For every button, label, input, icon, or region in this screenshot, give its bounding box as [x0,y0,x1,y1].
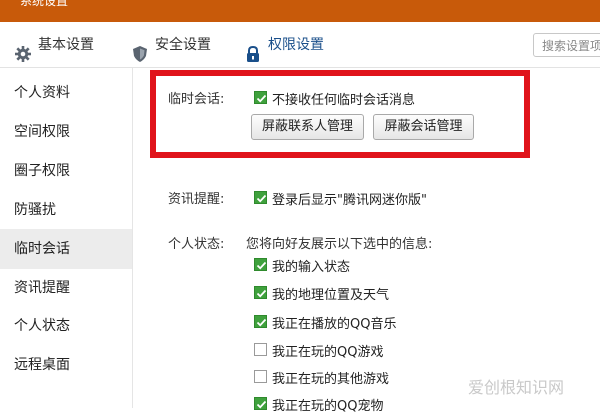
tab-security-settings[interactable]: 安全设置 [131,22,241,68]
status-location-option: 我的地理位置及天气 [272,288,390,303]
sidebar-item-circle-permission[interactable]: 圈子权限 [0,151,132,191]
status-qqpet-checkbox[interactable] [254,397,267,410]
sidebar-item-news-reminder[interactable]: 资讯提醒 [0,268,132,308]
checkmark-icon [256,194,267,203]
window-title: 系统设置 [20,0,69,8]
tab-label: 安全设置 [155,37,211,53]
checkmark-icon [256,318,267,327]
status-typing-checkbox[interactable] [254,258,267,271]
settings-sidebar: 个人资料 空间权限 圈子权限 防骚扰 临时会话 资讯提醒 个人状态 远程桌面 [0,68,133,408]
personal-status-label: 个人状态: [168,237,225,252]
sidebar-item-anti-harassment[interactable]: 防骚扰 [0,190,132,230]
sidebar-item-temp-chat[interactable]: 临时会话 [0,229,132,269]
checkmark-icon [256,400,267,409]
status-qqgame-checkbox[interactable] [254,343,267,356]
status-qqgame-option: 我正在玩的QQ游戏 [272,345,384,360]
status-qqpet-option: 我正在玩的QQ宠物 [272,399,384,414]
shield-icon [131,36,149,62]
checkmark-icon [256,261,267,270]
status-location-checkbox[interactable] [254,286,267,299]
status-othergame-checkbox[interactable] [254,370,267,383]
gear-icon [14,36,32,62]
personal-status-intro: 您将向好友展示以下选中的信息: [246,237,433,252]
sidebar-item-space-permission[interactable]: 空间权限 [0,112,132,152]
news-reminder-label: 资讯提醒: [168,192,225,207]
tab-basic-settings[interactable]: 基本设置 [14,22,124,68]
status-othergame-option: 我正在玩的其他游戏 [272,372,390,387]
tab-label: 基本设置 [38,37,94,53]
checkmark-icon [256,289,267,298]
news-mini-checkbox[interactable] [254,191,267,204]
lock-icon [244,36,262,62]
search-input[interactable] [540,35,600,57]
sidebar-item-personal-status[interactable]: 个人状态 [0,306,132,346]
sidebar-item-remote-desktop[interactable]: 远程桌面 [0,345,132,385]
sidebar-item-profile[interactable]: 个人资料 [0,73,132,113]
status-music-option: 我正在播放的QQ音乐 [272,317,397,332]
settings-search-box[interactable] [533,33,600,57]
status-music-checkbox[interactable] [254,315,267,328]
watermark: 爱创根知识网 [468,378,565,397]
tab-label: 权限设置 [268,37,324,53]
window-titlebar: 系统设置 [0,0,600,22]
tab-permission-settings[interactable]: 权限设置 [244,22,354,68]
news-mini-option: 登录后显示"腾讯网迷你版" [272,193,427,208]
status-typing-option: 我的输入状态 [272,260,351,275]
settings-tab-bar: 基本设置 安全设置 权限设置 [0,22,600,68]
highlight-box [150,70,530,158]
